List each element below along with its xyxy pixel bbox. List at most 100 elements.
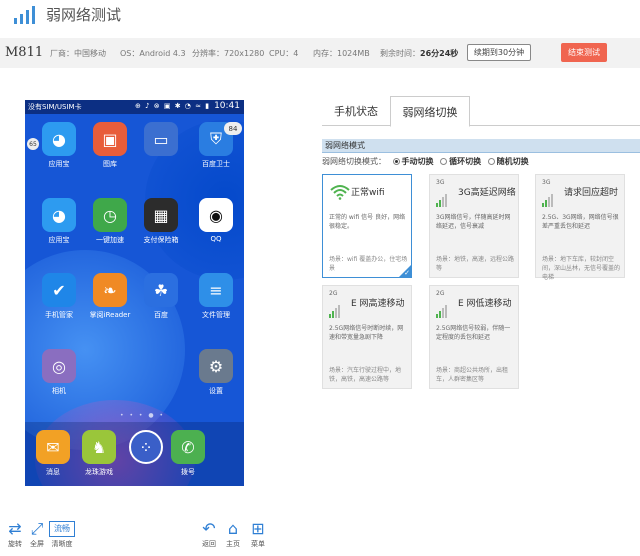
network-card-description: 2.5G网络信号时断时续，网速和带宽量急剧下降 <box>329 325 404 341</box>
home-app-2[interactable]: ▭ <box>136 122 186 159</box>
device-os: OS：Android 4.3 <box>120 49 186 58</box>
signal-strength-icon <box>436 299 448 318</box>
network-card-2[interactable]: 3G 请求回应超时 2.5G、3G网络，网络信号很差严重丢包和延迟 场景：地下车库，较… <box>535 174 625 281</box>
section-title: 弱网络模式 <box>322 139 640 153</box>
dock-app-3[interactable]: ✆ 拨号 <box>163 430 213 477</box>
gallery-icon: ▣ <box>93 122 127 156</box>
quality-label: 清晰度 <box>51 540 73 548</box>
qq-penguin-icon: ◉ <box>199 198 233 232</box>
app-label: 应用宝 <box>48 236 70 244</box>
loop-switch-radio[interactable] <box>440 158 448 165</box>
page-title: 弱网络测试 <box>46 6 122 24</box>
menu-label: 菜单 <box>251 540 265 548</box>
speedometer-icon: ◷ <box>93 198 127 232</box>
random-switch-radio[interactable] <box>487 158 495 165</box>
home-app-0[interactable]: ◕ 应用宝 <box>34 122 84 169</box>
app-label: 应用宝 <box>48 160 70 168</box>
app-label: 百度卫士 <box>202 160 230 168</box>
signal-strength-icon <box>436 188 448 207</box>
dock-app-0[interactable]: ✉ 消息 <box>28 430 78 477</box>
phone-screen[interactable]: 没有SIM/USIM卡 ⊕ ♪ ⊗ ▣ ✱ ◔ ≈ ▮ 10:41 ◕ 应用宝 ▣ 图… <box>25 100 244 486</box>
device-memory: 内存：1024MB <box>313 49 370 58</box>
end-test-button[interactable]: 结束测试 <box>561 43 607 62</box>
app-label: 图库 <box>103 160 117 168</box>
guard-icon: ✔ <box>42 273 76 307</box>
app-label: 相机 <box>52 387 66 395</box>
dock-app-1[interactable]: ♞ 龙珠游戏 <box>74 430 124 477</box>
phone-status-bar: 没有SIM/USIM卡 ⊕ ♪ ⊗ ▣ ✱ ◔ ≈ ▮ 10:41 <box>25 100 244 114</box>
device-resolution: 分辨率：720x1280 <box>192 49 265 58</box>
quality-icon: 流畅 <box>49 521 75 537</box>
home-app-8[interactable]: ✔ 手机管家 <box>34 273 84 320</box>
status-icons: ⊕ ♪ ⊗ ▣ ✱ ◔ ≈ ▮ <box>135 102 211 110</box>
network-card-title: E 网低速移动 <box>458 299 512 309</box>
camera-icon: ◎ <box>42 349 76 383</box>
app-label: 消息 <box>46 468 60 476</box>
extend-session-button[interactable]: 续期到30分钟 <box>467 44 531 61</box>
network-card-title: 请求回应超时 <box>564 188 619 198</box>
carrier-text: 没有SIM/USIM卡 <box>28 103 82 111</box>
app-drawer-icon: ⁘ <box>129 430 163 464</box>
notification-badge: 84 <box>224 122 242 135</box>
network-card-description: 正常的 wifi 信号 良好，网络很稳定。 <box>329 214 406 230</box>
android-icon: ♞ <box>82 430 116 464</box>
app-label: QQ <box>210 235 222 243</box>
device-model: M811 <box>5 45 44 60</box>
app-store-icon: ◕ <box>42 198 76 232</box>
network-card-description: 2.5G、3G网络，网络信号很差严重丢包和延迟 <box>542 214 619 230</box>
network-card-scene: 场景：地下车库，较封闭空间，深山丛林，无信号覆盖的电梯 <box>542 256 621 281</box>
app-header: 弱网络测试 <box>0 0 640 34</box>
manual-switch-radio[interactable] <box>392 158 400 165</box>
home-app-6[interactable]: ▦ 支付保险箱 <box>136 198 186 245</box>
network-card-scene: 场景：地铁，高速，远程公路等 <box>436 256 515 272</box>
manual-switch-label[interactable]: 手动切换 <box>402 157 434 166</box>
home-app-4[interactable]: ◕ 应用宝 <box>34 198 84 245</box>
loop-switch-label[interactable]: 循环切换 <box>449 157 481 166</box>
home-app-13[interactable]: ⚙ 设置 <box>191 349 241 396</box>
home-app-1[interactable]: ▣ 图库 <box>85 122 135 169</box>
device-vendor: 厂商：中国移动 <box>50 49 106 58</box>
folder-icon: ▭ <box>144 122 178 156</box>
app-label: 掌阅iReader <box>89 311 131 319</box>
remaining-time-label: 剩余时间： <box>380 49 420 58</box>
message-icon: ✉ <box>36 430 70 464</box>
phone-clock: 10:41 <box>214 101 240 111</box>
checkmark-icon: ✓ <box>404 269 410 277</box>
network-generation-label: 3G <box>436 179 445 186</box>
random-switch-label[interactable]: 随机切换 <box>497 157 529 166</box>
network-card-description: 3G网络信号，伴随高延时网络延迟，信号衰减 <box>436 214 511 230</box>
home-app-11[interactable]: ≡ 文件管理 <box>191 273 241 320</box>
network-generation-label: 2G <box>329 290 338 297</box>
home-app-7[interactable]: ◉ QQ <box>191 198 241 243</box>
network-card-3[interactable]: 2G E 网高速移动 2.5G网络信号时断时续，网速和带宽量急剧下降 场景：汽车行驶过… <box>322 285 412 389</box>
app-label: 设置 <box>209 387 223 395</box>
app-label: 龙珠游戏 <box>85 468 113 476</box>
tab-weak-network-switch[interactable]: 弱网络切换 <box>390 96 470 127</box>
home-app-9[interactable]: ❧ 掌阅iReader <box>85 273 135 320</box>
network-card-title: 3G高延迟网络 <box>458 188 516 198</box>
home-app-12[interactable]: ◎ 相机 <box>34 349 84 396</box>
network-card-title: 正常wifi <box>351 188 385 198</box>
network-generation-label: 2G <box>436 290 445 297</box>
page-indicator: • • • ● • <box>120 412 166 419</box>
device-info-bar: M811 厂商：中国移动 OS：Android 4.3 分辨率：720x1280… <box>0 38 640 68</box>
tab-phone-status[interactable]: 手机状态 <box>322 96 390 126</box>
home-app-10[interactable]: ☘ 百度 <box>136 273 186 320</box>
app-label: 支付保险箱 <box>143 236 179 244</box>
notification-badge: 65 <box>27 138 39 150</box>
network-card-0[interactable]: 正常wifi 正常的 wifi 信号 良好，网络很稳定。 场景：wifi 覆盖办公，… <box>322 174 412 278</box>
network-card-1[interactable]: 3G 3G高延迟网络 3G网络信号，伴随高延时网络延迟，信号衰减 场景：地铁，高速，远… <box>429 174 519 278</box>
grid-menu-icon: ⊞ <box>251 519 265 538</box>
menu-button[interactable]: ⊞ 菜单 <box>243 519 273 549</box>
network-card-description: 2.5G网络信号较弱，伴随一定程度的丢包和延迟 <box>436 325 511 341</box>
app-label: 一键加速 <box>96 236 124 244</box>
network-card-4[interactable]: 2G E 网低速移动 2.5G网络信号较弱，伴随一定程度的丢包和延迟 场景：商超公共场… <box>429 285 519 389</box>
reader-icon: ❧ <box>93 273 127 307</box>
network-card-title: E 网高速移动 <box>351 299 405 309</box>
network-card-scene: 场景：wifi 覆盖办公，住宅场景 <box>329 256 408 272</box>
file-manager-icon: ≡ <box>199 273 233 307</box>
quality-button[interactable]: 流畅 清晰度 <box>47 519 77 549</box>
home-app-5[interactable]: ◷ 一键加速 <box>85 198 135 245</box>
signal-bars-logo-icon <box>14 6 36 24</box>
signal-strength-icon <box>542 188 554 207</box>
